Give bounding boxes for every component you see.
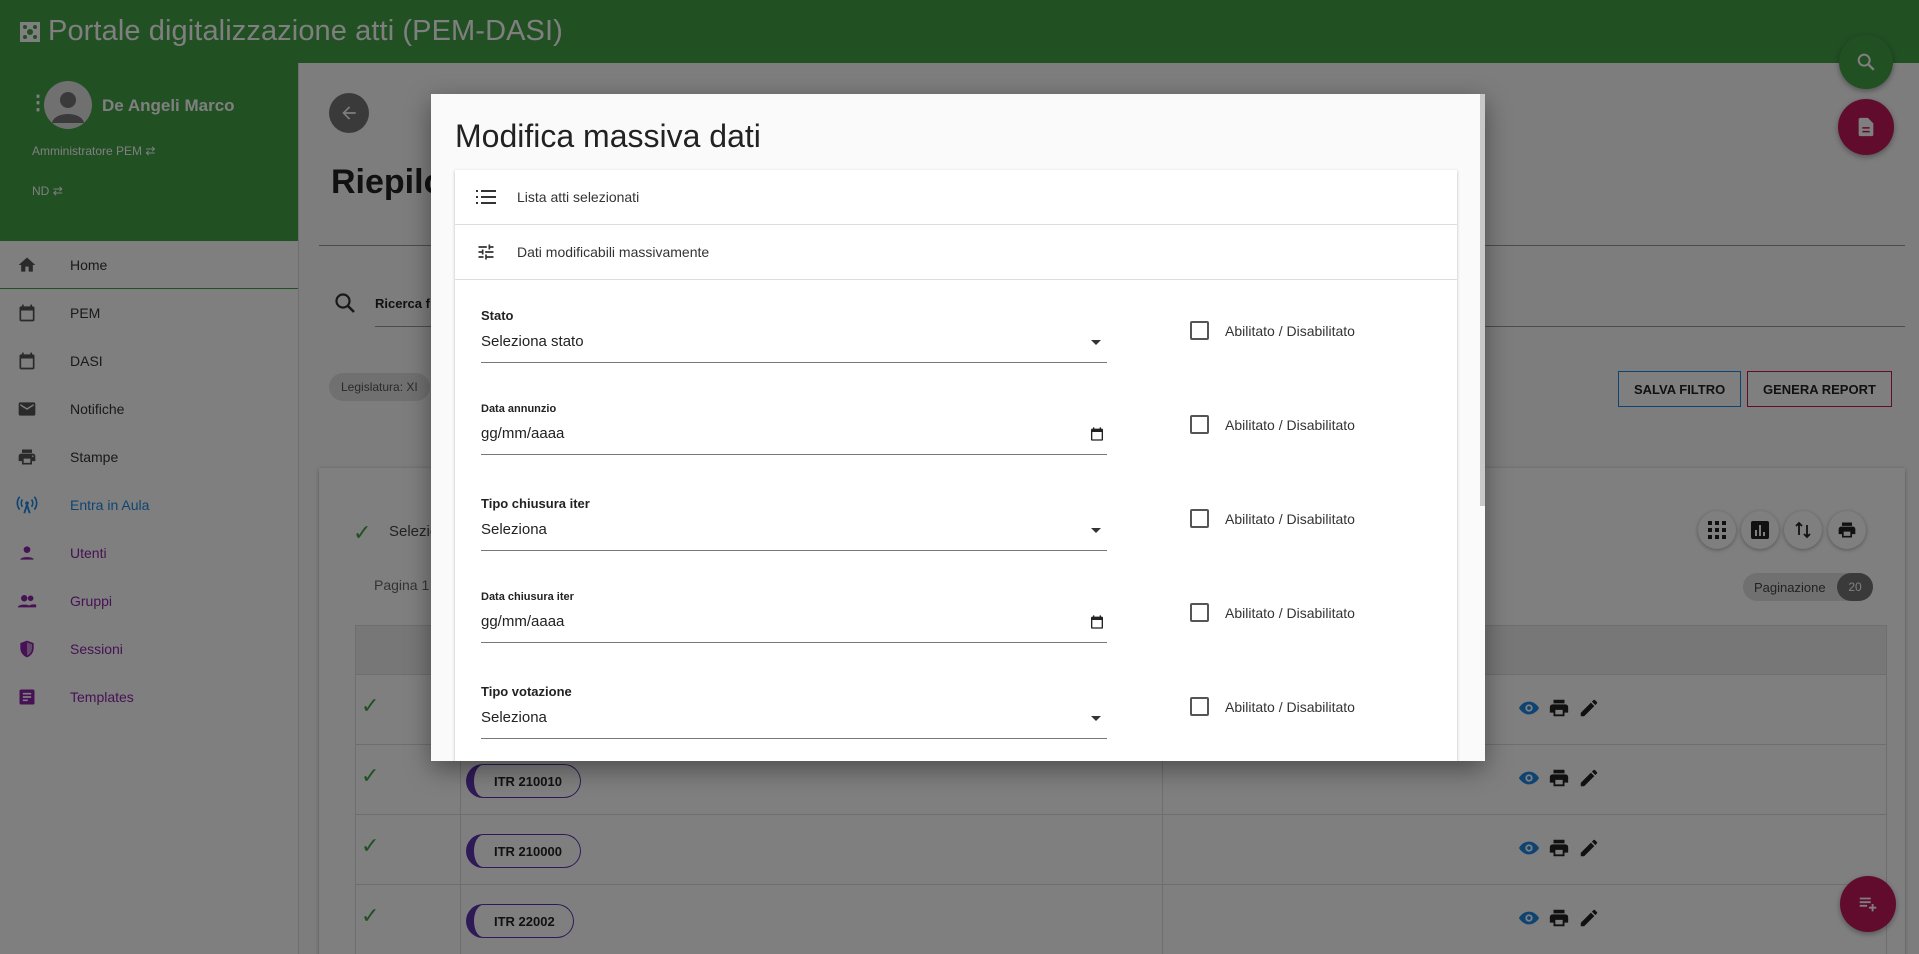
section-dati-modificabili[interactable]: Dati modificabili massivamente — [455, 225, 1457, 280]
scrollbar[interactable] — [1480, 94, 1485, 506]
section-lista-atti[interactable]: Lista atti selezionati — [455, 170, 1457, 225]
tipo-votazione-select[interactable]: Tipo votazione Seleziona — [481, 684, 1107, 739]
dropdown-arrow-icon — [1091, 716, 1101, 721]
checkbox[interactable] — [1190, 415, 1209, 434]
tune-icon — [475, 241, 497, 263]
calendar-icon[interactable] — [1089, 614, 1105, 630]
list-icon — [475, 186, 497, 208]
data-chiusura-iter-enable-checkbox[interactable]: Abilitato / Disabilitato — [1190, 603, 1355, 622]
checkbox[interactable] — [1190, 603, 1209, 622]
calendar-icon[interactable] — [1089, 426, 1105, 442]
stato-enable-checkbox[interactable]: Abilitato / Disabilitato — [1190, 321, 1355, 340]
stato-select[interactable]: Stato Seleziona stato — [481, 308, 1107, 363]
tipo-votazione-enable-checkbox[interactable]: Abilitato / Disabilitato — [1190, 697, 1355, 716]
dropdown-arrow-icon — [1091, 340, 1101, 345]
data-chiusura-iter-field[interactable]: Data chiusura iter gg/mm/aaaa — [481, 591, 1107, 643]
dialog-title: Modifica massiva dati — [455, 118, 761, 154]
section-body: Stato Seleziona stato Abilitato / Disabi… — [455, 280, 1457, 761]
tipo-chiusura-iter-select[interactable]: Tipo chiusura iter Seleziona — [481, 496, 1107, 551]
checkbox[interactable] — [1190, 697, 1209, 716]
data-annunzio-field[interactable]: Data annunzio gg/mm/aaaa — [481, 403, 1107, 455]
dropdown-arrow-icon — [1091, 528, 1101, 533]
collapsible-sections: Lista atti selezionati Dati modificabili… — [455, 170, 1457, 761]
checkbox[interactable] — [1190, 321, 1209, 340]
data-annunzio-enable-checkbox[interactable]: Abilitato / Disabilitato — [1190, 415, 1355, 434]
tipo-chiusura-iter-enable-checkbox[interactable]: Abilitato / Disabilitato — [1190, 509, 1355, 528]
bulk-edit-dialog: Modifica massiva dati Lista atti selezio… — [431, 94, 1485, 761]
checkbox[interactable] — [1190, 509, 1209, 528]
